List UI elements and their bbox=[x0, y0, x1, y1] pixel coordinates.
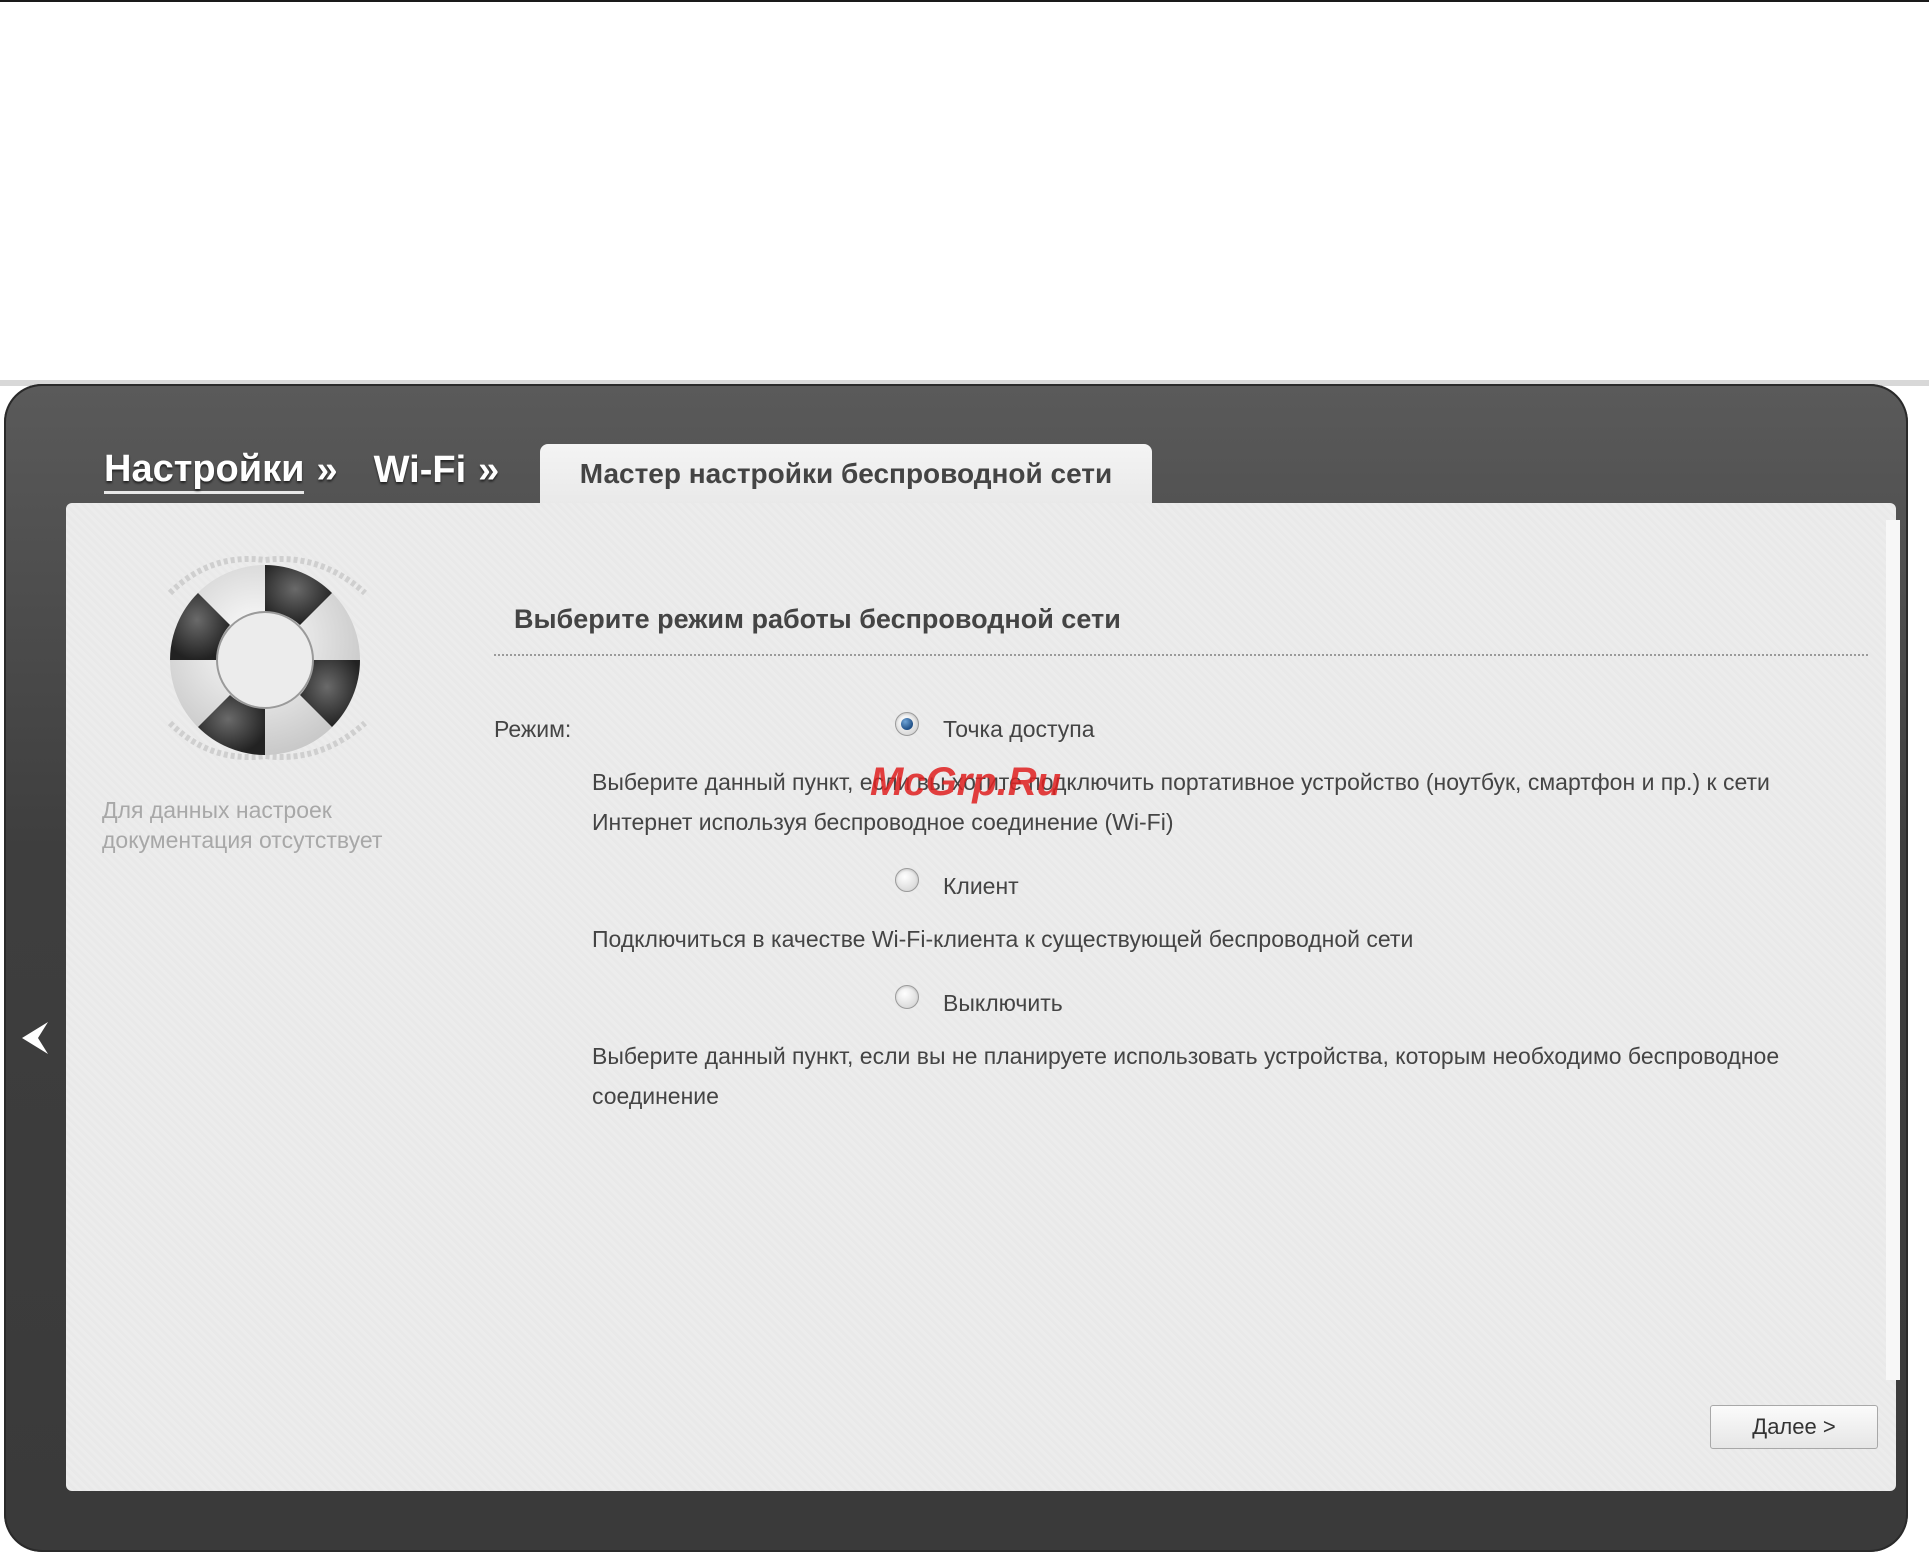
tab-wireless-wizard-label: Мастер настройки беспроводной сети bbox=[579, 458, 1113, 489]
breadcrumb: Настройки » Wi-Fi » bbox=[104, 445, 499, 495]
page-title: Выберите режим работы беспроводной сети bbox=[514, 604, 1121, 634]
breadcrumb-settings[interactable]: Настройки » bbox=[104, 447, 338, 494]
radio-access-point-label[interactable]: Точка доступа bbox=[943, 716, 1095, 743]
breadcrumb-wifi-label[interactable]: Wi-Fi bbox=[374, 448, 467, 492]
breadcrumb-settings-label[interactable]: Настройки bbox=[104, 447, 305, 494]
radio-disable-label[interactable]: Выключить bbox=[943, 990, 1063, 1017]
client-description: Подключиться в качестве Wi-Fi-клиента к … bbox=[592, 926, 1414, 952]
radio-client[interactable] bbox=[895, 868, 919, 892]
radio-access-point[interactable] bbox=[895, 712, 919, 736]
help-text: Для данных настроек документация отсутст… bbox=[102, 797, 383, 853]
disable-description: Выберите данный пункт, если вы не планир… bbox=[592, 1043, 1780, 1109]
mode-label: Режим: bbox=[494, 716, 572, 742]
radio-disable[interactable] bbox=[895, 985, 919, 1009]
breadcrumb-separator: » bbox=[316, 448, 338, 491]
lifebuoy-icon bbox=[167, 556, 367, 760]
tab-wireless-wizard[interactable]: Мастер настройки беспроводной сети bbox=[540, 444, 1152, 504]
breadcrumb-separator: » bbox=[478, 448, 500, 491]
next-button[interactable]: Далее > bbox=[1710, 1405, 1878, 1449]
title-divider bbox=[494, 654, 1868, 656]
chevron-left-icon[interactable] bbox=[18, 1018, 52, 1058]
breadcrumb-wifi[interactable]: Wi-Fi » bbox=[374, 448, 500, 492]
radio-client-label[interactable]: Клиент bbox=[943, 873, 1019, 900]
access-point-description: Выберите данный пункт, если вы хотите по… bbox=[592, 769, 1770, 835]
top-rule bbox=[0, 0, 1929, 2]
panel-scrollbar-track bbox=[1886, 520, 1900, 1380]
